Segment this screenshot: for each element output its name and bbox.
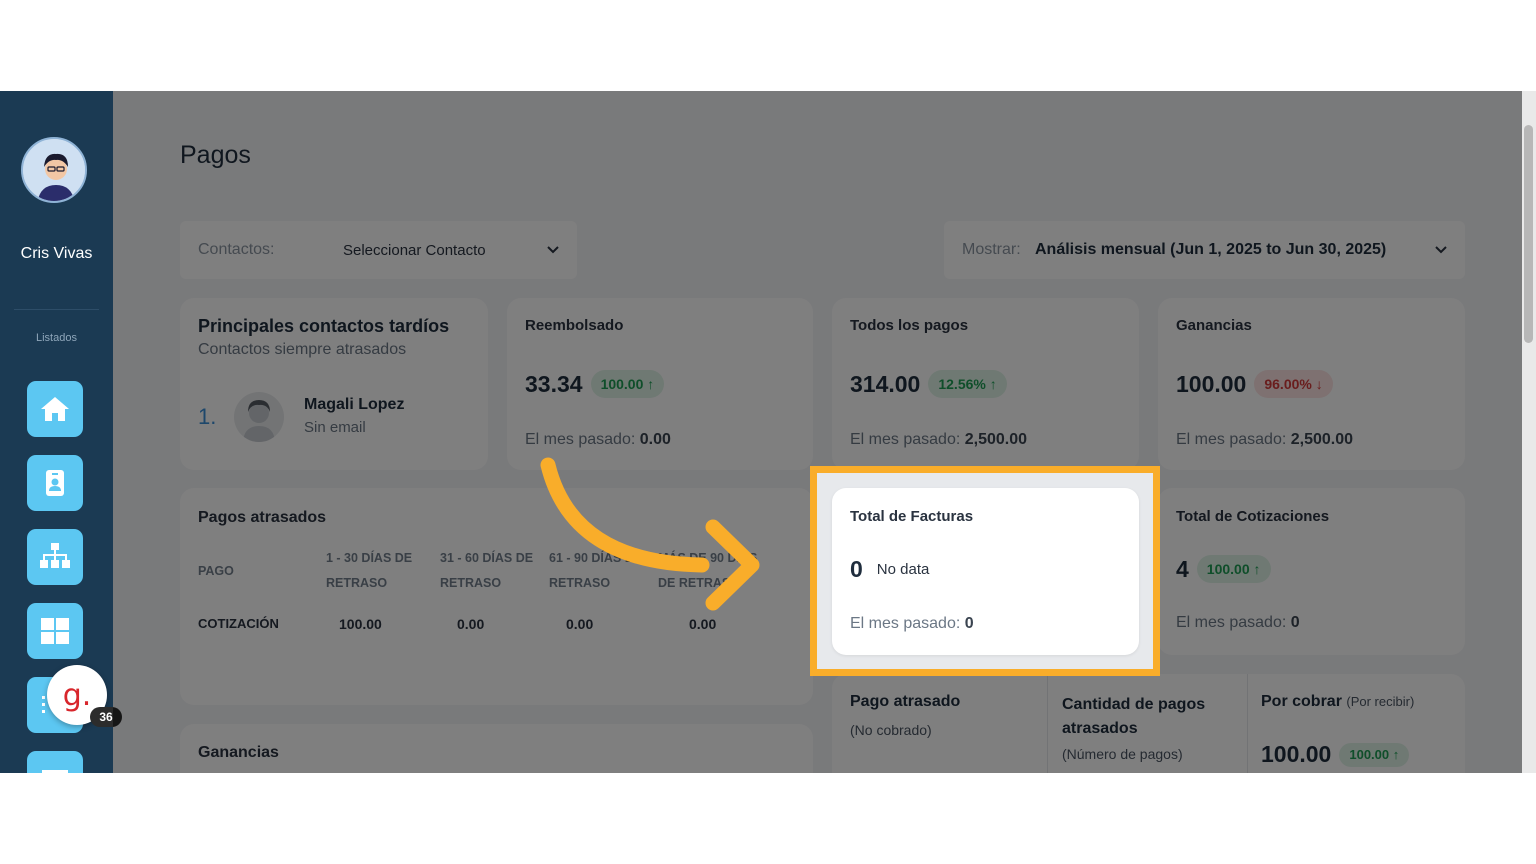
late-payments-title: Pagos atrasados [198,509,327,526]
curved-arrow-icon [540,457,760,611]
refunded-prev-label: El mes pasado: [525,431,636,448]
earnings-section-title: Ganancias [198,744,279,761]
refunded-title: Reembolsado [525,317,624,334]
contact-rank: 1. [198,404,217,429]
invoices-value: 0 [850,556,863,582]
table-cell-type: COTIZACIÓN [198,616,279,631]
user-avatar[interactable] [21,137,87,203]
page-title: Pagos [180,141,251,169]
contacts-select[interactable]: Contactos: Seleccionar Contacto [180,221,577,279]
app-window: Cris Vivas Listados g. 36 Pagos Contacto… [0,91,1536,773]
receivable-metric: 100.00 100.00 ↑ [1261,741,1410,768]
late-contacts-subtitle: Contactos siempre atrasados [198,341,407,358]
invoices-prev-value: 0 [964,615,974,632]
person-placeholder-icon [243,400,275,442]
home-icon [41,397,69,421]
table-cell-1-30: 100.00 [339,616,382,632]
period-select-label: Mostrar: [962,241,1021,258]
earnings-change-badge: 96.00% ↓ [1254,370,1333,398]
earnings-title: Ganancias [1176,317,1252,334]
earnings-value: 100.00 [1176,370,1247,397]
org-chart-icon [40,543,70,568]
earnings-section-card: Ganancias [180,724,813,773]
receivables-card: Pago atrasado (No cobrado) Cantidad de p… [832,674,1465,773]
grid-icon [41,618,69,644]
contact-name[interactable]: Magali Lopez [304,396,404,414]
sidebar: Cris Vivas Listados g. 36 [0,91,122,773]
sidebar-contacts-button[interactable] [27,455,83,511]
all-payments-prev-value: 2,500.00 [964,431,1028,448]
table-header-1-30: 1 - 30 DÍAS DE RETRASO [326,551,413,590]
quotes-change-badge: 100.00 ↑ [1196,555,1271,583]
table-cell-31-60: 0.00 [457,616,485,632]
chevron-down-icon [1435,246,1447,254]
late-contacts-title: Principales contactos tardíos [198,316,450,336]
invoices-title: Total de Facturas [850,508,974,525]
contact-email: Sin email [304,419,366,436]
period-select[interactable]: Mostrar: Análisis mensual (Jun 1, 2025 t… [944,221,1465,279]
receivable-heading: Por cobrar (Por recibir) [1261,693,1414,711]
table-header-31-60: 31 - 60 DÍAS DE RETRASO [440,551,534,590]
chevron-down-icon [547,246,559,254]
receivable-value: 100.00 [1261,741,1332,767]
earnings-prev-label: El mes pasado: [1176,431,1287,448]
contact-card-icon [46,470,64,496]
refunded-card: Reembolsado 33.34 100.00 ↑ El mes pasado… [507,298,813,470]
quotes-prev-label: El mes pasado: [1176,614,1287,631]
stat-divider [1247,674,1248,773]
all-payments-prev-label: El mes pasado: [850,431,961,448]
quotes-prev: El mes pasado: 0 [1176,614,1300,632]
scrollbar[interactable] [1522,91,1536,773]
all-payments-prev: El mes pasado: 2,500.00 [850,431,1027,449]
mail-icon [42,770,68,773]
earnings-prev: El mes pasado: 2,500.00 [1176,431,1353,449]
overdue-subtitle: (No cobrado) [850,722,932,738]
overdue-count-subtitle: (Número de pagos) [1062,746,1183,762]
refunded-prev: El mes pasado: 0.00 [525,431,671,449]
earnings-card: Ganancias 100.00 96.00% ↓ El mes pasado:… [1158,298,1465,470]
sidebar-mail-button[interactable] [27,751,83,773]
earnings-prev-value: 2,500.00 [1290,431,1354,448]
all-payments-value: 314.00 [850,370,921,397]
stat-divider [1047,674,1048,773]
sidebar-divider [14,309,99,310]
sidebar-hierarchy-button[interactable] [27,529,83,585]
receivable-change-badge: 100.00 ↑ [1339,742,1410,767]
quotes-prev-value: 0 [1290,614,1300,631]
contact-avatar [234,392,284,442]
all-payments-title: Todos los pagos [850,317,969,334]
period-select-value: Análisis mensual (Jun 1, 2025 to Jun 30,… [1035,241,1387,258]
quotes-value: 4 [1176,555,1189,582]
table-header-payment: PAGO [198,564,234,578]
refunded-value: 33.34 [525,370,583,397]
scrollbar-thumb[interactable] [1524,125,1533,343]
all-payments-change-badge: 12.56% ↑ [928,370,1007,398]
invoices-card[interactable]: Total de Facturas 0 No data El mes pasad… [832,488,1139,655]
sidebar-home-button[interactable] [27,381,83,437]
refunded-prev-value: 0.00 [639,431,671,448]
notification-count-badge: 36 [90,707,122,727]
late-contacts-card: Principales contactos tardíos Contactos … [180,298,488,470]
contacts-select-label: Contactos: [198,241,275,258]
invoices-prev-label: El mes pasado: [850,615,961,632]
user-name: Cris Vivas [20,245,93,262]
contacts-select-value: Seleccionar Contacto [343,241,486,259]
overdue-count-title: Cantidad de pagos atrasados [1062,696,1206,737]
refunded-change-badge: 100.00 ↑ [590,370,665,398]
receivable-title: Por cobrar [1261,693,1342,710]
quotes-card: Total de Cotizaciones 4 100.00 ↑ El mes … [1158,488,1465,655]
invoices-prev: El mes pasado: 0 [850,615,974,633]
all-payments-card: Todos los pagos 314.00 12.56% ↑ El mes p… [832,298,1139,470]
sidebar-dashboard-button[interactable] [27,603,83,659]
support-widget-logo: g. [62,677,92,713]
overdue-title: Pago atrasado [850,693,961,710]
receivable-subtitle: (Por recibir) [1346,694,1415,709]
invoices-change-text: No data [876,561,930,578]
quotes-title: Total de Cotizaciones [1176,508,1330,525]
sidebar-section-label: Listados [36,332,77,344]
